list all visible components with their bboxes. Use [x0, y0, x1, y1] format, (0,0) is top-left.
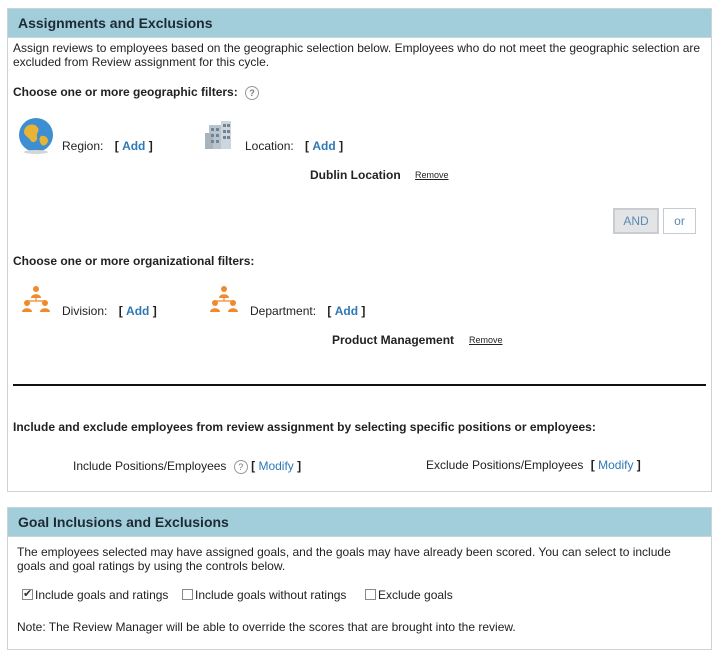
globe-icon	[19, 118, 53, 154]
include-goals-and-ratings-checkbox[interactable]	[22, 587, 33, 601]
department-filter: Department: [ Add ]	[250, 304, 365, 318]
bracket-close: ]	[339, 139, 344, 153]
include-positions: Include Positions/Employees ? [ Modify ]	[73, 459, 301, 474]
and-button[interactable]: AND	[613, 208, 659, 234]
location-add-link[interactable]: Add	[312, 139, 335, 153]
division-label: Division:	[62, 304, 108, 318]
bracket-open: [	[251, 459, 256, 473]
include-goals-without-ratings-option[interactable]: Include goals without ratings	[182, 588, 346, 602]
include-label: Include Positions/Employees	[73, 459, 227, 473]
location-filter: Location: [ Add ]	[245, 139, 343, 153]
division-add-link[interactable]: Add	[126, 304, 149, 318]
department-label: Department:	[250, 304, 317, 318]
or-button[interactable]: or	[663, 208, 696, 234]
bracket-open: [	[327, 304, 332, 318]
bracket-open: [	[118, 304, 123, 318]
option-label: Include goals and ratings	[35, 588, 169, 602]
org-filters-heading: Choose one or more organizational filter…	[13, 254, 255, 268]
region-filter: Region: [ Add ]	[62, 139, 153, 153]
remove-location-link[interactable]: Remove	[415, 170, 449, 180]
bracket-close: ]	[636, 458, 641, 472]
assignments-title: Assignments and Exclusions	[8, 9, 711, 38]
location-label: Location:	[245, 139, 294, 153]
org-chart-icon	[210, 286, 238, 312]
exclude-goals-option[interactable]: Exclude goals	[365, 588, 453, 602]
exclude-label: Exclude Positions/Employees	[426, 458, 584, 472]
geo-filters-heading: Choose one or more geographic filters: ?	[13, 85, 260, 100]
region-add-link[interactable]: Add	[122, 139, 145, 153]
remove-department-link[interactable]: Remove	[469, 335, 503, 345]
bracket-open: [	[590, 458, 595, 472]
goals-description: The employees selected may have assigned…	[17, 545, 671, 573]
goals-note: Note: The Review Manager will be able to…	[17, 620, 516, 634]
include-goals-and-ratings-option[interactable]: Include goals and ratings	[22, 587, 169, 602]
option-label: Exclude goals	[378, 588, 453, 602]
region-label: Region:	[62, 139, 104, 153]
org-chart-icon	[22, 286, 50, 312]
bracket-close: ]	[148, 139, 153, 153]
geo-filters-heading-text: Choose one or more geographic filters:	[13, 85, 238, 99]
exclude-goals-checkbox[interactable]	[365, 589, 376, 601]
goals-title: Goal Inclusions and Exclusions	[8, 508, 711, 537]
bracket-close: ]	[152, 304, 157, 318]
exclude-modify-link[interactable]: Modify	[598, 458, 633, 472]
help-icon[interactable]: ?	[233, 459, 248, 474]
assignments-description: Assign reviews to employees based on the…	[13, 41, 701, 69]
help-icon[interactable]: ?	[245, 85, 260, 100]
option-label: Include goals without ratings	[195, 588, 347, 602]
building-icon	[205, 121, 231, 149]
department-add-link[interactable]: Add	[335, 304, 358, 318]
include-modify-link[interactable]: Modify	[258, 459, 293, 473]
include-goals-without-ratings-checkbox[interactable]	[182, 589, 193, 601]
division-filter: Division: [ Add ]	[62, 304, 157, 318]
bracket-close: ]	[361, 304, 366, 318]
selected-department: Product Management	[332, 333, 455, 347]
bracket-open: [	[114, 139, 119, 153]
bracket-open: [	[305, 139, 310, 153]
selected-location: Dublin Location	[310, 168, 401, 182]
include-exclude-heading: Include and exclude employees from revie…	[13, 420, 596, 434]
exclude-positions: Exclude Positions/Employees [ Modify ]	[426, 458, 641, 472]
section-divider	[13, 384, 706, 386]
bracket-close: ]	[297, 459, 302, 473]
